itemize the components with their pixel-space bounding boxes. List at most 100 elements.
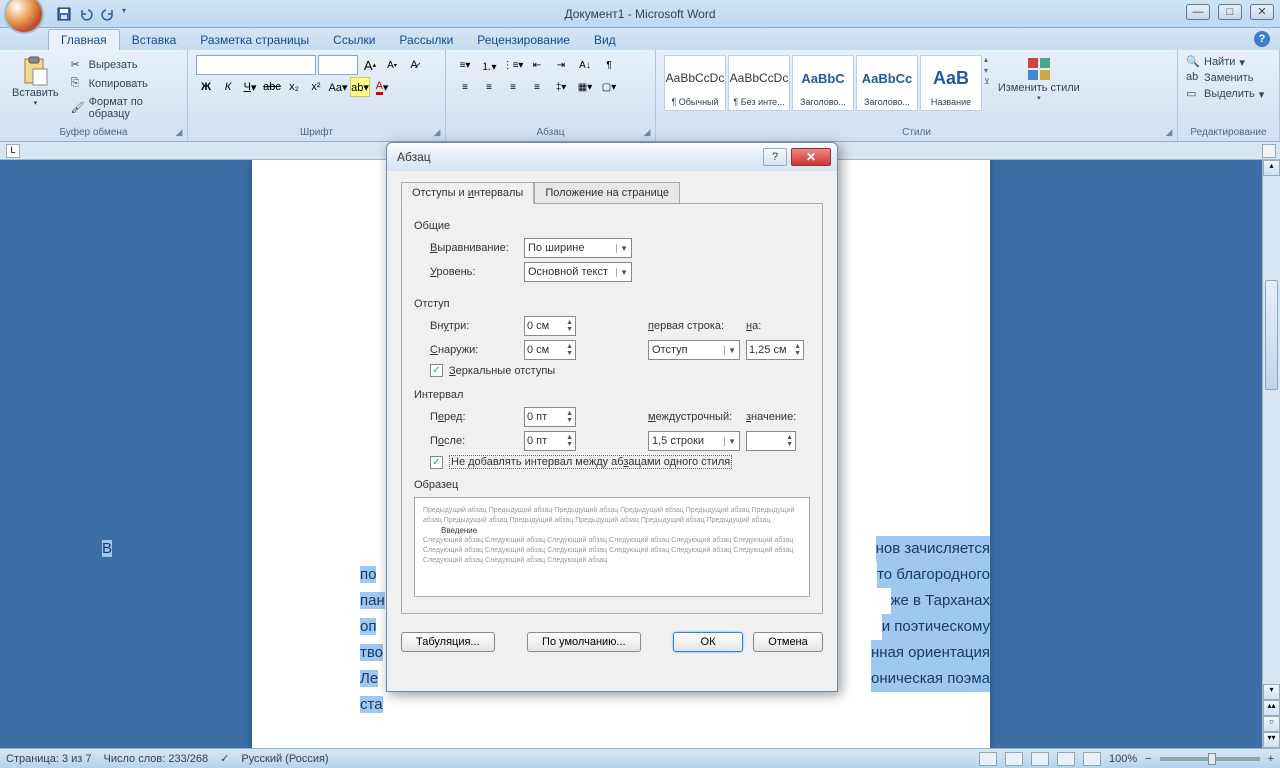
level-select[interactable]: Основной текст▼	[524, 262, 632, 282]
style-title[interactable]: AaBНазвание	[920, 55, 982, 111]
tab-mailings[interactable]: Рассылки	[387, 30, 465, 50]
styles-expand-icon[interactable]: ⊻	[984, 77, 990, 86]
scroll-thumb[interactable]	[1265, 280, 1278, 390]
save-icon[interactable]	[56, 6, 72, 22]
scroll-up-icon[interactable]: ▴	[1263, 160, 1280, 176]
shading-icon[interactable]: ▦▾	[574, 77, 596, 97]
grow-font-icon[interactable]: A▴	[360, 55, 380, 75]
select-button[interactable]: ▭Выделить ▾	[1186, 87, 1271, 101]
clear-format-icon[interactable]: A̷	[404, 55, 424, 75]
cancel-button[interactable]: Отмена	[753, 632, 823, 652]
underline-icon[interactable]: Ч▾	[240, 77, 260, 97]
find-button[interactable]: 🔍Найти ▾	[1186, 55, 1271, 69]
paste-button[interactable]: Вставить ▾	[6, 53, 65, 125]
reading-view-icon[interactable]	[1005, 752, 1023, 766]
shrink-font-icon[interactable]: A▾	[382, 55, 402, 75]
align-left-icon[interactable]: ≡	[454, 77, 476, 97]
subscript-icon[interactable]: x₂	[284, 77, 304, 97]
qat-dropdown-icon[interactable]: ▾	[122, 6, 132, 22]
style-heading2[interactable]: AaBbCcЗаголово...	[856, 55, 918, 111]
spinner-down-icon[interactable]: ▼	[566, 350, 573, 357]
print-layout-view-icon[interactable]	[979, 752, 997, 766]
font-launcher-icon[interactable]: ◢	[431, 127, 443, 139]
default-button[interactable]: По умолчанию...	[527, 632, 641, 652]
spinner-up-icon[interactable]: ▲	[786, 434, 793, 441]
tab-insert[interactable]: Вставка	[120, 30, 189, 50]
spinner-down-icon[interactable]: ▼	[794, 350, 801, 357]
help-icon[interactable]: ?	[1254, 31, 1270, 47]
dialog-tab-indents[interactable]: Отступы и интервалы	[401, 182, 534, 204]
outline-view-icon[interactable]	[1057, 752, 1075, 766]
outdent-icon[interactable]: ⇤	[526, 55, 548, 75]
bold-icon[interactable]: Ж	[196, 77, 216, 97]
dialog-tab-position[interactable]: Положение на странице	[534, 182, 680, 204]
spinner-down-icon[interactable]: ▼	[566, 326, 573, 333]
spinner-down-icon[interactable]: ▼	[566, 417, 573, 424]
zoom-handle[interactable]	[1208, 753, 1216, 765]
indent-icon[interactable]: ⇥	[550, 55, 572, 75]
style-no-spacing[interactable]: AaBbCcDc¶ Без инте...	[728, 55, 790, 111]
tab-home[interactable]: Главная	[48, 29, 120, 50]
tab-view[interactable]: Вид	[582, 30, 628, 50]
change-styles-button[interactable]: Изменить стили ▾	[992, 53, 1086, 125]
minimize-button[interactable]: —	[1186, 4, 1210, 20]
italic-icon[interactable]: К	[218, 77, 238, 97]
after-spacing-input[interactable]: 0 пт▲▼	[524, 431, 576, 451]
scroll-down-icon[interactable]: ▾	[1263, 684, 1280, 700]
tab-references[interactable]: Ссылки	[321, 30, 387, 50]
sort-icon[interactable]: A↓	[574, 55, 596, 75]
change-case-icon[interactable]: Aa▾	[328, 77, 348, 97]
before-spacing-input[interactable]: 0 пт▲▼	[524, 407, 576, 427]
spinner-down-icon[interactable]: ▼	[786, 441, 793, 448]
spellcheck-icon[interactable]: ✓	[220, 752, 229, 765]
font-size-input[interactable]	[318, 55, 358, 75]
firstline-select[interactable]: Отступ▼	[648, 340, 740, 360]
spinner-up-icon[interactable]: ▲	[566, 434, 573, 441]
browse-object-icon[interactable]: ○	[1263, 716, 1280, 732]
web-view-icon[interactable]	[1031, 752, 1049, 766]
status-words[interactable]: Число слов: 233/268	[104, 753, 209, 765]
draft-view-icon[interactable]	[1083, 752, 1101, 766]
linespacing-at-input[interactable]: ▲▼	[746, 431, 796, 451]
format-painter-button[interactable]: 🖌Формат по образцу	[69, 95, 177, 121]
mirror-indents-checkbox[interactable]	[430, 364, 443, 377]
font-color-icon[interactable]: A▾	[372, 77, 392, 97]
ruler-toggle-icon[interactable]	[1262, 144, 1276, 158]
copy-button[interactable]: ⎘Копировать	[69, 76, 177, 92]
align-center-icon[interactable]: ≡	[478, 77, 500, 97]
maximize-button[interactable]: □	[1218, 4, 1242, 20]
tab-review[interactable]: Рецензирование	[465, 30, 582, 50]
ok-button[interactable]: ОК	[673, 632, 743, 652]
zoom-slider[interactable]	[1160, 757, 1260, 761]
styles-launcher-icon[interactable]: ◢	[1163, 127, 1175, 139]
outside-indent-input[interactable]: 0 см▲▼	[524, 340, 576, 360]
prev-page-icon[interactable]: ▴▴	[1263, 700, 1280, 716]
justify-icon[interactable]: ≡	[526, 77, 548, 97]
replace-button[interactable]: abЗаменить	[1186, 71, 1271, 85]
paragraph-launcher-icon[interactable]: ◢	[641, 127, 653, 139]
redo-icon[interactable]	[100, 6, 116, 22]
font-name-input[interactable]	[196, 55, 316, 75]
tab-layout[interactable]: Разметка страницы	[188, 30, 321, 50]
spinner-up-icon[interactable]: ▲	[566, 343, 573, 350]
firstline-by-input[interactable]: 1,25 см▲▼	[746, 340, 804, 360]
multilevel-icon[interactable]: ⋮≡▾	[502, 55, 524, 75]
inside-indent-input[interactable]: 0 см▲▼	[524, 316, 576, 336]
zoom-label[interactable]: 100%	[1109, 753, 1137, 765]
status-language[interactable]: Русский (Россия)	[241, 753, 328, 765]
dialog-close-button[interactable]: ✕	[791, 148, 831, 166]
no-space-checkbox[interactable]	[430, 456, 443, 469]
borders-icon[interactable]: ▢▾	[598, 77, 620, 97]
style-heading1[interactable]: AaBbCЗаголово...	[792, 55, 854, 111]
style-normal[interactable]: AaBbCcDc¶ Обычный	[664, 55, 726, 111]
dialog-help-button[interactable]: ?	[763, 148, 787, 166]
tab-selector-icon[interactable]: L	[6, 144, 20, 158]
styles-scroll-down-icon[interactable]: ▾	[984, 66, 990, 75]
strike-icon[interactable]: abc	[262, 77, 282, 97]
tabs-button[interactable]: Табуляция...	[401, 632, 495, 652]
align-right-icon[interactable]: ≡	[502, 77, 524, 97]
linespacing-select[interactable]: 1,5 строки▼	[648, 431, 740, 451]
cut-button[interactable]: ✂Вырезать	[69, 57, 177, 73]
next-page-icon[interactable]: ▾▾	[1263, 732, 1280, 748]
spinner-up-icon[interactable]: ▲	[566, 410, 573, 417]
